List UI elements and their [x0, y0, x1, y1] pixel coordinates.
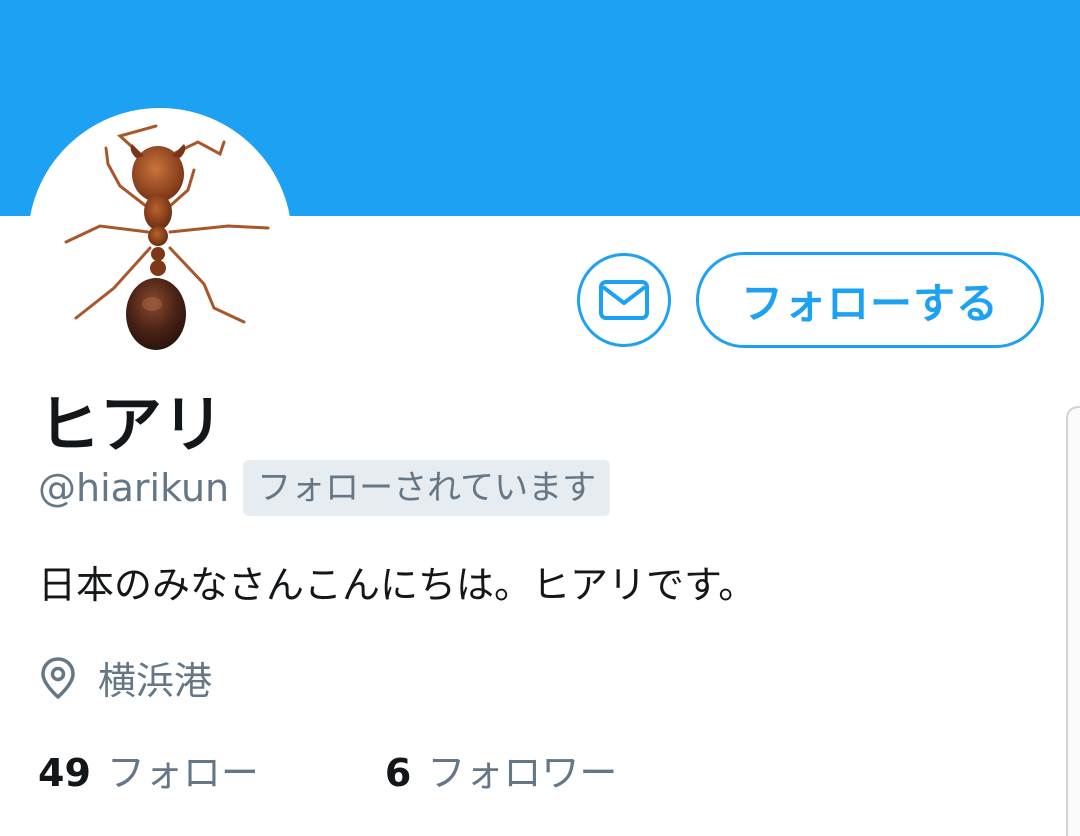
profile-stats: 49 フォロー 6 フォロワー [38, 742, 617, 797]
following-label: フォロー [106, 751, 259, 795]
location: 横浜港 [38, 650, 212, 705]
follow-button[interactable]: フォローする [696, 252, 1044, 348]
display-name: ヒアリ [38, 388, 225, 461]
followers-count: 6 [384, 751, 412, 795]
handle-row: @hiarikun フォローされています [38, 460, 611, 516]
avatar[interactable] [28, 108, 292, 372]
bio: 日本のみなさんこんにちは。ヒアリです。 [38, 563, 757, 607]
location-pin-icon [41, 656, 75, 699]
handle: @hiarikun [38, 466, 230, 510]
follow-button-label: フォローする [740, 278, 999, 328]
fire-ant-avatar [64, 124, 270, 350]
follows-you-badge: フォローされています [243, 460, 611, 516]
envelope-icon [599, 280, 649, 320]
followers-link[interactable]: 6 フォロワー [385, 742, 617, 797]
following-count: 49 [38, 751, 91, 795]
side-panel-edge [1066, 406, 1080, 836]
location-text: 横浜港 [98, 659, 213, 703]
following-link[interactable]: 49 フォロー [38, 742, 259, 797]
message-button[interactable] [577, 253, 671, 347]
followers-label: フォロワー [427, 751, 618, 795]
